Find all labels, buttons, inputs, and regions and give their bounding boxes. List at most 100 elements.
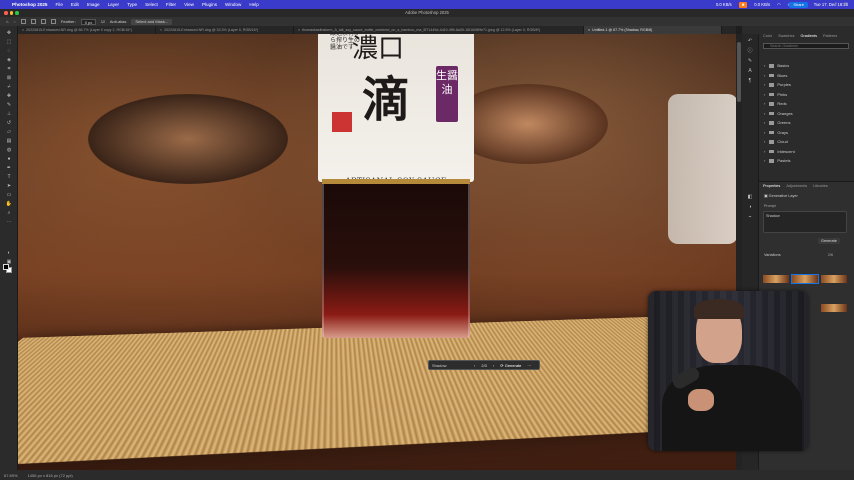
more-options-icon[interactable]: ⋯	[527, 363, 531, 368]
gradient-folder[interactable]: › Basics	[764, 62, 844, 70]
gradient-folder[interactable]: › Pinks	[764, 91, 844, 99]
feather-input[interactable]: 0 px	[80, 18, 97, 25]
properties-generate-button[interactable]: Generate	[818, 238, 840, 244]
tab-patterns[interactable]: Patterns	[823, 32, 837, 40]
previous-variation-icon[interactable]: ‹	[474, 363, 475, 368]
menu-layer[interactable]: Layer	[108, 2, 120, 7]
clone-stamp-tool-icon[interactable]: ⊥	[4, 111, 14, 118]
menu-window[interactable]: Window	[225, 2, 241, 7]
document-tab[interactable]: × thomasbastinstorm_A_tall_soy_sauce_bott…	[294, 26, 584, 34]
variation-thumbnail-selected[interactable]	[791, 274, 819, 284]
gradient-tool-icon[interactable]: ▤	[4, 138, 14, 145]
gradient-folder[interactable]: › Grays	[764, 129, 844, 137]
gradients-search-input[interactable]: Search Gradients	[763, 43, 849, 49]
layers-icon[interactable]: ◧	[745, 194, 755, 201]
gradient-folder[interactable]: › Blues	[764, 72, 844, 80]
marquee-tool-icon[interactable]: ⬚	[4, 39, 14, 46]
document-canvas[interactable]: 厳選素材から搾り生の醤油です 濃口 滴 生醤油 ARTISANAL SOY SA…	[18, 34, 736, 470]
document-tab[interactable]: × 20220815-Enhanced-NR.dng @ 33.3% (Layer…	[156, 26, 294, 34]
close-tab-icon[interactable]: ×	[22, 28, 24, 32]
menu-file[interactable]: File	[55, 2, 62, 7]
gradient-folder[interactable]: › Greens	[764, 119, 844, 127]
next-variation-icon[interactable]: ›	[493, 363, 494, 368]
close-tab-icon[interactable]: ×	[298, 28, 300, 32]
frame-tool-icon[interactable]: ⊠	[4, 75, 14, 82]
eyedropper-tool-icon[interactable]: ⌿	[4, 84, 14, 91]
zoom-level[interactable]: 67.69%	[4, 473, 18, 478]
tab-color[interactable]: Color	[763, 32, 772, 40]
menu-edit[interactable]: Edit	[71, 2, 79, 7]
intersect-selection-icon[interactable]	[50, 19, 56, 24]
variation-thumbnail[interactable]	[763, 275, 789, 283]
generate-button[interactable]: ⟳ Generate	[500, 363, 521, 368]
app-menu-name[interactable]: Photoshop 2025	[12, 2, 47, 7]
document-tab-active[interactable]: × Untitled-1 @ 67.7% (Shadow, RGB/8)	[584, 26, 722, 34]
menu-view[interactable]: View	[184, 2, 194, 7]
menu-help[interactable]: Help	[249, 2, 258, 7]
object-selection-tool-icon[interactable]: ◈	[4, 57, 14, 64]
variation-thumbnail[interactable]	[821, 304, 847, 312]
paragraph-icon[interactable]: ¶	[745, 78, 755, 85]
anti-alias-checkbox[interactable]: ☑	[101, 19, 105, 24]
tab-swatches[interactable]: Swatches	[778, 32, 794, 40]
rectangle-tool-icon[interactable]: ▭	[4, 192, 14, 199]
share-button[interactable]: Share	[789, 1, 808, 8]
gradient-folder[interactable]: › Reds	[764, 100, 844, 108]
minimize-window-icon[interactable]	[9, 11, 13, 15]
close-window-icon[interactable]	[4, 11, 8, 15]
gradient-folder[interactable]: › Purples	[764, 81, 844, 89]
scrollbar-thumb[interactable]	[737, 42, 741, 102]
menu-select[interactable]: Select	[145, 2, 158, 7]
brush-settings-icon[interactable]: ✎	[745, 58, 755, 65]
lasso-tool-icon[interactable]: ◌	[13, 19, 15, 24]
close-tab-icon[interactable]: ×	[588, 28, 590, 32]
gradient-folder[interactable]: › Pastels	[764, 157, 844, 165]
more-tools-icon[interactable]: ⋯	[4, 219, 14, 226]
workspace-icon[interactable]: ▭	[843, 1, 848, 7]
tab-gradients[interactable]: Gradients	[801, 32, 817, 40]
menu-image[interactable]: Image	[87, 2, 100, 7]
character-icon[interactable]: A	[745, 68, 755, 75]
add-selection-icon[interactable]	[30, 19, 36, 24]
tab-adjustments[interactable]: Adjustments	[786, 182, 807, 190]
gradient-folder[interactable]: › Oranges	[764, 110, 844, 118]
search-icon[interactable]: ⌕	[834, 1, 837, 7]
path-selection-tool-icon[interactable]: ➤	[4, 183, 14, 190]
channels-icon[interactable]: ◑	[745, 204, 755, 211]
history-icon[interactable]: ↶	[745, 38, 755, 45]
variation-thumbnail[interactable]	[821, 275, 847, 283]
zoom-window-icon[interactable]	[15, 11, 19, 15]
spot-healing-tool-icon[interactable]: ✚	[4, 93, 14, 100]
tab-libraries[interactable]: Libraries	[813, 182, 828, 190]
paths-icon[interactable]: ⌁	[745, 214, 755, 221]
info-icon[interactable]: ⓘ	[745, 48, 755, 55]
tab-properties[interactable]: Properties	[763, 182, 780, 190]
subtract-selection-icon[interactable]	[40, 19, 46, 24]
blur-tool-icon[interactable]: ◍	[4, 147, 14, 154]
pen-tool-icon[interactable]: ✒	[4, 165, 14, 172]
dodge-tool-icon[interactable]: ●	[4, 156, 14, 163]
select-and-mask-button[interactable]: Select and Mask...	[131, 18, 173, 25]
menu-plugins[interactable]: Plugins	[202, 2, 217, 7]
zoom-tool-icon[interactable]: ⌕	[4, 210, 14, 217]
quick-mask-icon[interactable]: ◐	[4, 250, 14, 257]
prompt-textarea[interactable]: Shadow	[763, 211, 847, 233]
brush-tool-icon[interactable]: ✎	[4, 102, 14, 109]
gradient-folder[interactable]: › Iridescent	[764, 148, 844, 156]
home-icon[interactable]: ⌂	[6, 19, 8, 24]
prompt-field[interactable]: Shadow	[432, 363, 468, 368]
hand-tool-icon[interactable]: ✋	[4, 201, 14, 208]
wifi-icon[interactable]: ◠	[777, 2, 781, 7]
crop-tool-icon[interactable]: ⌗	[4, 66, 14, 73]
move-tool-icon[interactable]: ✥	[4, 30, 14, 37]
menu-filter[interactable]: Filter	[166, 2, 176, 7]
type-tool-icon[interactable]: T	[4, 174, 14, 181]
history-brush-tool-icon[interactable]: ↺	[4, 120, 14, 127]
recording-indicator-icon[interactable]: ■	[738, 1, 748, 8]
screen-mode-icon[interactable]: ▣	[4, 259, 14, 266]
menu-type[interactable]: Type	[127, 2, 137, 7]
lasso-tool-icon[interactable]: ◌	[4, 48, 14, 55]
close-tab-icon[interactable]: ×	[160, 28, 162, 32]
gradient-folder[interactable]: › Cloud	[764, 138, 844, 146]
eraser-tool-icon[interactable]: ▱	[4, 129, 14, 136]
